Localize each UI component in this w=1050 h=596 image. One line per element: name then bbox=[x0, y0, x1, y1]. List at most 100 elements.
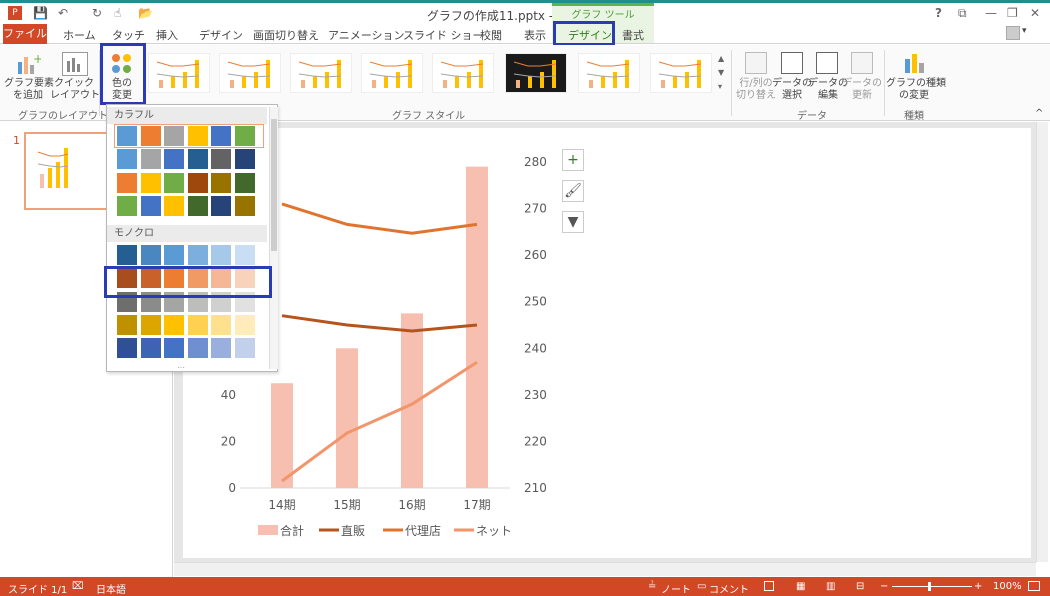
colorful-swatch[interactable] bbox=[140, 149, 161, 170]
monochrome-swatch[interactable] bbox=[234, 245, 255, 265]
touch-mode-icon[interactable]: ☝ bbox=[114, 6, 121, 20]
collapse-ribbon-icon[interactable]: ^ bbox=[1035, 108, 1043, 119]
fit-to-window-icon[interactable] bbox=[1028, 581, 1040, 591]
restore-button[interactable]: ❐ bbox=[1007, 6, 1018, 20]
colorful-swatch[interactable] bbox=[234, 195, 255, 216]
chart-style-thumbnail[interactable] bbox=[148, 53, 210, 93]
colorful-swatch[interactable] bbox=[164, 195, 184, 216]
tab-file[interactable]: ファイル bbox=[3, 24, 47, 44]
monochrome-swatch[interactable] bbox=[164, 338, 184, 359]
normal-view-icon[interactable] bbox=[764, 581, 774, 591]
quick-layout-button[interactable]: クイック レイアウト bbox=[50, 78, 100, 102]
chart-style-thumbnail[interactable] bbox=[578, 53, 640, 93]
add-chart-element-button[interactable]: グラフ要素 を追加 bbox=[4, 78, 54, 102]
monochrome-swatch[interactable] bbox=[187, 245, 208, 265]
monochrome-swatch[interactable] bbox=[140, 314, 161, 335]
monochrome-swatch[interactable] bbox=[211, 245, 231, 265]
monochrome-swatch[interactable] bbox=[117, 245, 137, 265]
zoom-level[interactable]: 100% bbox=[993, 581, 1022, 592]
refresh-data-button[interactable]: データの 更新 bbox=[842, 78, 882, 102]
monochrome-swatch[interactable] bbox=[140, 338, 161, 359]
colorful-swatch[interactable] bbox=[117, 149, 137, 170]
chart-filter-icon[interactable]: ▼ bbox=[562, 211, 584, 233]
gallery-scroll[interactable]: ▲ ▼ ▾ bbox=[718, 52, 728, 96]
spellcheck-icon[interactable]: ⌧ bbox=[72, 581, 84, 592]
language-indicator[interactable]: 日本語 bbox=[96, 581, 126, 596]
vertical-scrollbar[interactable] bbox=[1036, 122, 1048, 562]
right-axis-tick: 240 bbox=[524, 341, 547, 355]
monochrome-swatch[interactable] bbox=[164, 245, 184, 265]
change-chart-type-icon bbox=[903, 51, 925, 75]
monochrome-swatch[interactable] bbox=[140, 245, 161, 265]
monochrome-swatch[interactable] bbox=[187, 338, 208, 359]
tab-touch[interactable]: タッチ bbox=[112, 27, 145, 43]
colorful-swatch[interactable] bbox=[187, 172, 208, 193]
monochrome-swatch[interactable] bbox=[211, 338, 231, 359]
chart-style-thumbnail[interactable] bbox=[505, 53, 567, 93]
redo-icon[interactable]: ↻ bbox=[92, 6, 102, 20]
monochrome-swatch[interactable] bbox=[211, 314, 231, 335]
colorful-swatch[interactable] bbox=[234, 149, 255, 170]
tab-insert[interactable]: 挿入 bbox=[156, 27, 178, 43]
colorful-swatch[interactable] bbox=[187, 149, 208, 170]
zoom-out-icon[interactable]: − bbox=[880, 581, 888, 592]
account-chevron-down-icon[interactable]: ▾ bbox=[1022, 26, 1027, 36]
tab-transitions[interactable]: 画面切り替え bbox=[253, 27, 319, 43]
tab-home[interactable]: ホーム bbox=[63, 27, 96, 43]
close-button[interactable]: ✕ bbox=[1030, 6, 1040, 20]
chart-elements-plus-icon[interactable]: + bbox=[562, 149, 584, 171]
slide-sorter-icon[interactable]: ▦ bbox=[796, 581, 805, 592]
notes-button[interactable]: ノート bbox=[661, 581, 691, 596]
chart-styles-brush-icon[interactable]: 🖌 bbox=[562, 180, 584, 202]
change-chart-type-button[interactable]: グラフの種類 の変更 bbox=[886, 78, 946, 102]
colorful-swatch[interactable] bbox=[234, 172, 255, 193]
zoom-slider[interactable] bbox=[892, 586, 972, 587]
resize-handle-icon[interactable]: ⋯ bbox=[177, 363, 185, 372]
colorful-swatch[interactable] bbox=[211, 149, 231, 170]
chart-style-thumbnail[interactable] bbox=[290, 53, 352, 93]
bar-合計 bbox=[336, 348, 358, 488]
colorful-swatch[interactable] bbox=[211, 172, 231, 193]
monochrome-swatch[interactable] bbox=[234, 338, 255, 359]
undo-icon[interactable]: ↶ bbox=[58, 6, 68, 20]
ribbon-display-button[interactable]: ⧉ bbox=[958, 6, 967, 21]
monochrome-swatch[interactable] bbox=[187, 314, 208, 335]
colorful-swatch[interactable] bbox=[211, 195, 231, 216]
tab-format[interactable]: 書式 bbox=[622, 27, 644, 43]
tab-review[interactable]: 校閲 bbox=[480, 27, 502, 43]
monochrome-swatch[interactable] bbox=[234, 314, 255, 335]
zoom-slider-thumb[interactable] bbox=[928, 582, 931, 591]
monochrome-swatch[interactable] bbox=[117, 338, 137, 359]
dropdown-scroll-thumb[interactable] bbox=[271, 119, 277, 251]
tab-animations[interactable]: アニメーション bbox=[328, 27, 405, 43]
chart-style-thumbnail[interactable] bbox=[432, 53, 494, 93]
open-icon[interactable]: 📂 bbox=[138, 6, 153, 20]
horizontal-scrollbar[interactable] bbox=[174, 562, 1036, 576]
slide-thumbnail[interactable] bbox=[24, 132, 110, 210]
tab-design[interactable]: デザイン bbox=[199, 27, 243, 43]
colorful-swatch[interactable] bbox=[164, 149, 184, 170]
switch-row-column-icon bbox=[745, 52, 767, 74]
colorful-swatch[interactable] bbox=[117, 195, 137, 216]
save-icon[interactable]: 💾 bbox=[33, 6, 48, 20]
chart-style-thumbnail[interactable] bbox=[361, 53, 423, 93]
zoom-in-icon[interactable]: + bbox=[974, 581, 982, 592]
tab-view[interactable]: 表示 bbox=[524, 27, 546, 43]
colorful-swatch[interactable] bbox=[164, 172, 184, 193]
slideshow-icon[interactable]: ⊟ bbox=[856, 581, 864, 592]
help-button[interactable]: ? bbox=[935, 6, 942, 20]
monochrome-swatch[interactable] bbox=[117, 314, 137, 335]
colorful-swatch[interactable] bbox=[117, 172, 137, 193]
account-avatar[interactable] bbox=[1006, 26, 1020, 40]
minimize-button[interactable]: — bbox=[985, 6, 997, 20]
reading-view-icon[interactable]: ▥ bbox=[826, 581, 835, 592]
tab-slideshow[interactable]: スライド ショー bbox=[403, 27, 484, 43]
chart-style-thumbnail[interactable] bbox=[219, 53, 281, 93]
colorful-swatch[interactable] bbox=[187, 195, 208, 216]
colorful-swatch[interactable] bbox=[140, 195, 161, 216]
chart-style-thumbnail[interactable] bbox=[650, 53, 712, 93]
colorful-swatch[interactable] bbox=[140, 172, 161, 193]
select-data-button[interactable]: データの 選択 bbox=[772, 78, 812, 102]
monochrome-swatch[interactable] bbox=[164, 314, 184, 335]
comments-button[interactable]: コメント bbox=[709, 581, 749, 596]
